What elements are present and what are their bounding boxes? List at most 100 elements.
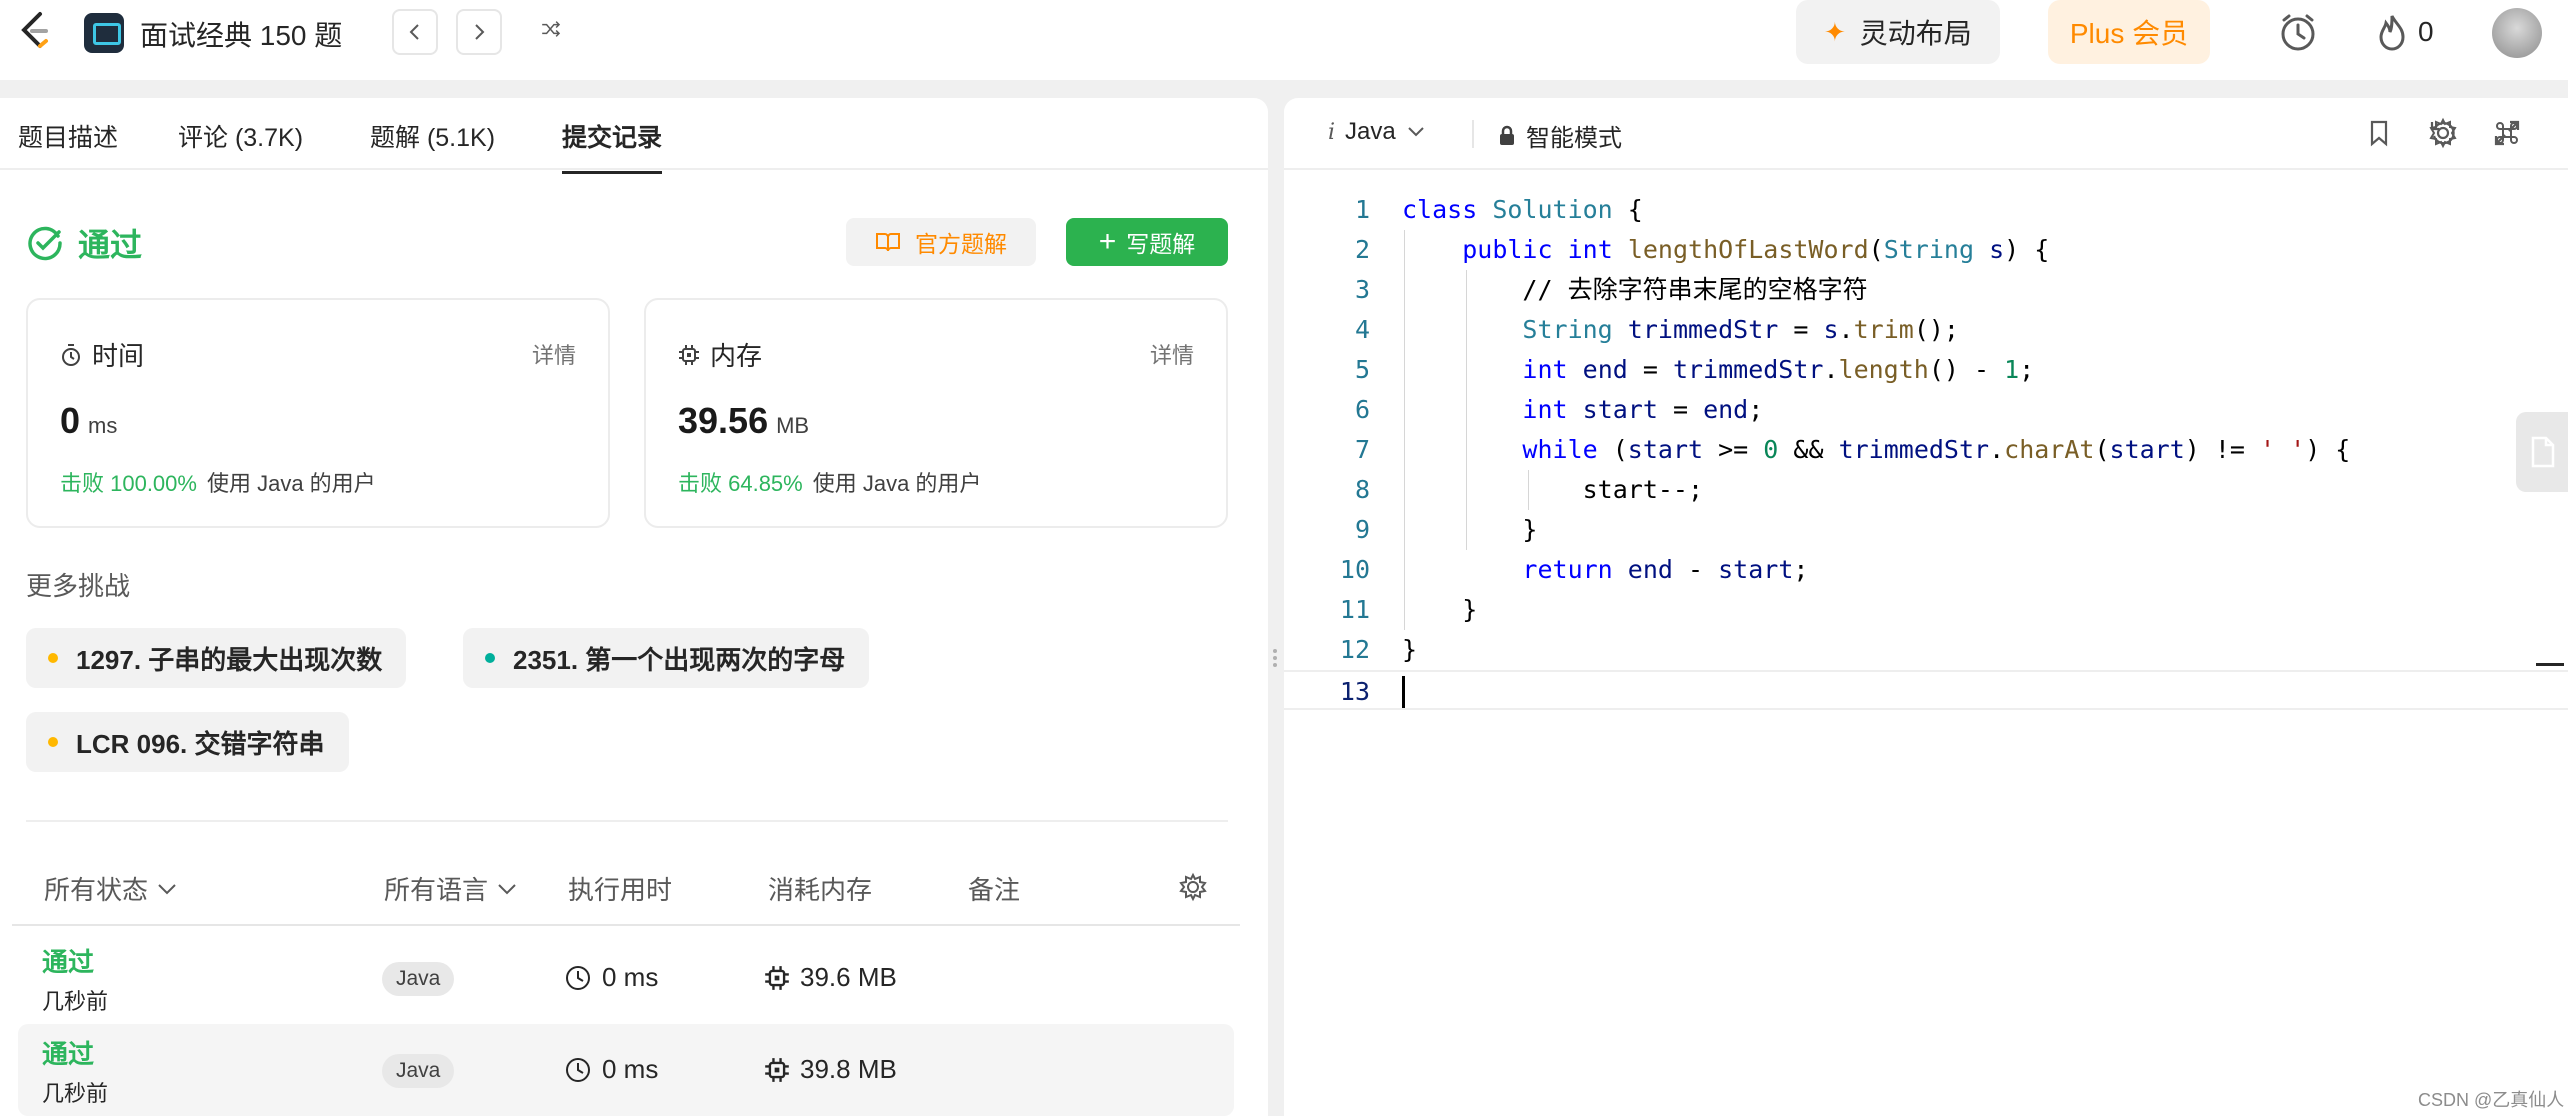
code-line: 5 int end = trimmedStr.length() - 1; <box>1284 350 2568 390</box>
line-number: 8 <box>1354 475 1370 504</box>
row-memory-value: 39.8 MB <box>800 1054 897 1084</box>
check-circle-icon <box>28 226 62 261</box>
code-line-7: while (start >= 0 && trimmedStr.charAt(s… <box>1522 435 2351 464</box>
bookmark-icon[interactable] <box>2362 116 2396 150</box>
code-line-current: 13 <box>1284 670 2568 710</box>
write-solution-button[interactable]: + 写题解 <box>1066 218 1228 266</box>
chevron-down-icon <box>158 883 176 894</box>
row-memory: 39.6 MB <box>764 962 897 993</box>
lock-icon <box>1500 125 1514 145</box>
more-challenges-title: 更多挑战 <box>26 571 131 601</box>
line-number: 1 <box>1354 195 1370 224</box>
notes-side-tab[interactable] <box>2516 412 2568 492</box>
write-solution-label: 写题解 <box>1126 231 1196 257</box>
settings-icon[interactable] <box>2426 116 2460 150</box>
row-runtime-value: 0 ms <box>602 1054 659 1084</box>
submission-status: 通过 <box>26 220 142 266</box>
difficulty-dot <box>48 737 58 747</box>
gear-icon[interactable] <box>1178 872 1208 902</box>
code-area[interactable]: 1 class Solution { 2 public int lengthOfL… <box>1284 190 2568 710</box>
tab-submissions[interactable]: 提交记录 <box>562 118 663 174</box>
leetcode-logo-icon[interactable] <box>12 8 58 54</box>
memory-label-text: 内存 <box>710 341 763 371</box>
panel-resize-handle[interactable] <box>1272 646 1278 680</box>
prev-problem-button[interactable] <box>392 9 438 55</box>
runtime-value: 0 ms <box>60 400 117 442</box>
runtime-beats: 击败 100.00% 使用 Java 的用户 <box>60 466 376 498</box>
challenge-label: 2351. 第一个出现两次的字母 <box>513 644 846 675</box>
next-problem-button[interactable] <box>456 9 502 55</box>
watermark: CSDN @乙真仙人 <box>2418 1090 2565 1110</box>
runtime-header[interactable]: 执行用时 <box>568 870 672 907</box>
memory-beats: 击败 64.85% 使用 Java 的用户 <box>678 466 981 498</box>
smart-mode-label: 智能模式 <box>1526 125 1622 152</box>
problem-list-title[interactable]: 面试经典 150 题 <box>140 14 342 54</box>
row-status[interactable]: 通过 <box>42 1034 94 1071</box>
text-caret <box>1402 676 1405 708</box>
memory-beat-pct: 击败 64.85% <box>678 471 803 496</box>
smart-mode-toggle[interactable]: 智能模式 <box>1498 118 1622 153</box>
expand-icon[interactable] <box>2490 116 2524 150</box>
line-number: 7 <box>1354 435 1370 464</box>
status-filter[interactable]: 所有状态 <box>44 870 178 907</box>
toolbar-separator <box>1472 120 1474 148</box>
top-navbar: 面试经典 150 题 ✦ 灵动布局 Plus 会员 0 <box>0 0 2568 80</box>
row-status[interactable]: 通过 <box>42 942 94 979</box>
table-row[interactable]: 通过 几秒前 Java 0 ms 39.8 MB <box>18 1024 1234 1116</box>
chevron-down-icon <box>498 883 516 894</box>
table-row[interactable]: 通过 几秒前 Java 0 ms 39.6 MB <box>18 932 1234 1024</box>
description-panel: 题目描述 评论 (3.7K) 题解 (5.1K) 提交记录 通过 官方题解 + … <box>0 98 1268 1116</box>
line-number: 2 <box>1354 235 1370 264</box>
dynamic-layout-button[interactable]: ✦ 灵动布局 <box>1796 0 2000 64</box>
fire-icon[interactable] <box>2370 10 2414 54</box>
plus-membership-button[interactable]: Plus 会员 <box>2048 0 2210 64</box>
language-selector[interactable]: i Java <box>1328 118 1426 146</box>
problem-list-icon[interactable] <box>84 13 124 53</box>
row-runtime-value: 0 ms <box>602 962 659 992</box>
line-number: 9 <box>1354 515 1370 544</box>
line-number: 13 <box>1339 677 1370 706</box>
difficulty-dot <box>48 653 58 663</box>
challenge-chip[interactable]: 2351. 第一个出现两次的字母 <box>463 628 870 688</box>
avatar[interactable] <box>2492 8 2542 58</box>
runtime-card[interactable]: 时间 详情 0 ms 击败 100.00% 使用 Java 的用户 <box>26 298 610 528</box>
line-number: 4 <box>1354 315 1370 344</box>
official-solution-label: 官方题解 <box>915 231 1007 257</box>
open-book-icon <box>876 233 900 252</box>
alarm-clock-icon[interactable] <box>2276 10 2320 54</box>
challenge-chip[interactable]: 1297. 子串的最大出现次数 <box>26 628 407 688</box>
random-problem-button[interactable] <box>540 18 570 48</box>
official-solution-button[interactable]: 官方题解 <box>846 218 1036 266</box>
challenge-label: 1297. 子串的最大出现次数 <box>76 644 383 675</box>
code-line-5: int end = trimmedStr.length() - 1; <box>1522 355 2035 384</box>
tab-solutions[interactable]: 题解 (5.1K) <box>370 118 495 154</box>
shuffle-icon <box>542 21 561 37</box>
row-language-badge: Java <box>382 962 455 996</box>
code-line: 11 } <box>1284 590 2568 630</box>
row-runtime: 0 ms <box>564 1054 658 1085</box>
row-time-ago: 几秒前 <box>42 1081 109 1106</box>
tab-description[interactable]: 题目描述 <box>18 118 118 154</box>
row-language-badge: Java <box>382 1054 455 1088</box>
language-filter[interactable]: 所有语言 <box>384 870 518 907</box>
left-tabs: 题目描述 评论 (3.7K) 题解 (5.1K) 提交记录 <box>0 98 1268 174</box>
code-line-6: int start = end; <box>1522 395 1764 424</box>
line-number: 5 <box>1354 355 1370 384</box>
challenge-chip[interactable]: LCR 096. 交错字符串 <box>26 712 349 772</box>
line-number: 11 <box>1339 595 1370 624</box>
runtime-detail-link[interactable]: 详情 <box>532 338 576 370</box>
chip-icon <box>765 1057 789 1082</box>
clock-icon <box>566 1057 590 1082</box>
memory-card[interactable]: 内存 详情 39.56 MB 击败 64.85% 使用 Java 的用户 <box>644 298 1228 528</box>
chip-icon <box>765 965 789 990</box>
table-header-divider <box>12 924 1240 926</box>
memory-detail-link[interactable]: 详情 <box>1150 338 1194 370</box>
code-line: 6 int start = end; <box>1284 390 2568 430</box>
runtime-number: 0 <box>60 400 81 441</box>
memory-header[interactable]: 消耗内存 <box>768 870 872 907</box>
sparkle-icon: ✦ <box>1824 16 1846 47</box>
chip-icon <box>679 344 699 365</box>
status-accepted: 通过 <box>78 227 143 263</box>
code-line: 1 class Solution { <box>1284 190 2568 230</box>
tab-comments[interactable]: 评论 (3.7K) <box>178 118 303 154</box>
